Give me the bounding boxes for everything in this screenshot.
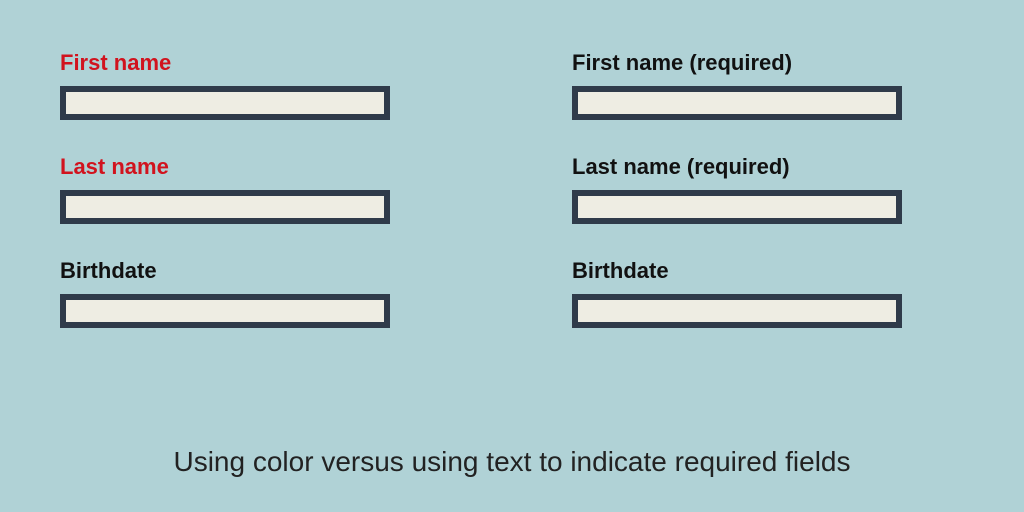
birthdate-field: Birthdate <box>60 258 452 328</box>
first-name-input[interactable] <box>572 86 902 120</box>
text-indicator-column: First name (required) Last name (require… <box>572 50 964 362</box>
birthdate-label: Birthdate <box>60 258 452 284</box>
last-name-input[interactable] <box>572 190 902 224</box>
first-name-field: First name (required) <box>572 50 964 120</box>
first-name-label: First name <box>60 50 452 76</box>
birthdate-field: Birthdate <box>572 258 964 328</box>
last-name-field: Last name <box>60 154 452 224</box>
birthdate-input[interactable] <box>572 294 902 328</box>
form-comparison: First name Last name Birthdate First nam… <box>0 0 1024 362</box>
first-name-field: First name <box>60 50 452 120</box>
color-indicator-column: First name Last name Birthdate <box>60 50 452 362</box>
birthdate-input[interactable] <box>60 294 390 328</box>
first-name-input[interactable] <box>60 86 390 120</box>
last-name-label: Last name <box>60 154 452 180</box>
figure-caption: Using color versus using text to indicat… <box>0 446 1024 478</box>
first-name-label: First name (required) <box>572 50 964 76</box>
last-name-label: Last name (required) <box>572 154 964 180</box>
last-name-field: Last name (required) <box>572 154 964 224</box>
birthdate-label: Birthdate <box>572 258 964 284</box>
last-name-input[interactable] <box>60 190 390 224</box>
